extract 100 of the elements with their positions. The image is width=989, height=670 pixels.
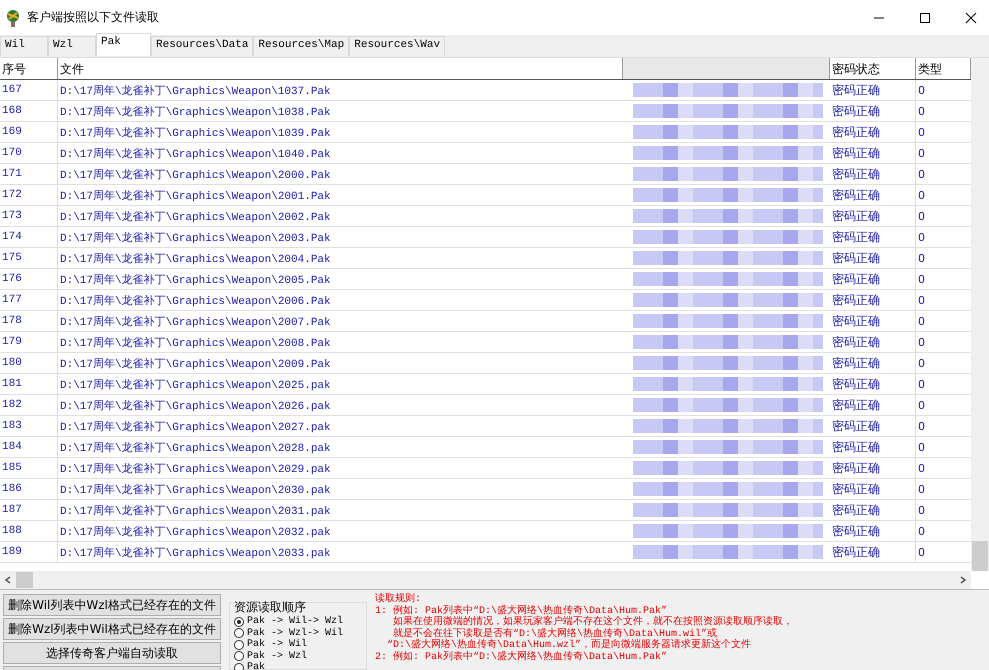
action-button[interactable]: 选择传奇客户端自动读取 — [3, 642, 221, 664]
group-title: 资源读取顺序 — [234, 599, 307, 616]
table-cell: 密码正确 — [830, 437, 916, 457]
table-cell: 密码正确 — [830, 416, 916, 436]
table-cell: 169 — [0, 122, 58, 142]
radio-button[interactable] — [234, 662, 244, 670]
table-cell-text: 0 — [917, 440, 926, 456]
table-cell-text: D:\17周年\龙雀补丁\Graphics\Weapon\2001.Pak — [59, 188, 332, 204]
action-button[interactable]: 删除Wil列表中Wzl格式已经存在的文件 — [3, 594, 221, 616]
rule-text: 就是不会在往下读取是否有“D:\盛大网络\热血传奇\Data\Hum.wil”或 — [392, 628, 718, 640]
maximize-icon[interactable] — [919, 12, 931, 24]
table-cell-text: D:\17周年\龙雀补丁\Graphics\Weapon\1040.Pak — [59, 146, 332, 162]
table-cell-text: 0 — [917, 292, 926, 308]
table-cell: 175 — [0, 248, 58, 268]
table-cell-text: D:\17周年\龙雀补丁\Graphics\Weapon\2028.pak — [59, 440, 332, 456]
table-cell: 密码正确 — [830, 353, 916, 373]
table-cell: 185 — [0, 458, 58, 478]
table-cell-text: D:\17周年\龙雀补丁\Graphics\Weapon\2006.Pak — [59, 294, 332, 310]
table-cell-text: D:\17周年\龙雀补丁\Graphics\Weapon\1037.Pak — [59, 84, 332, 100]
radio-button[interactable] — [234, 616, 244, 627]
table-cell: 密码正确 — [830, 164, 916, 184]
table-cell-text: D:\17周年\龙雀补丁\Graphics\Weapon\2029.pak — [59, 462, 332, 478]
table-cell-text: D:\17周年\龙雀补丁\Graphics\Weapon\2031.pak — [59, 504, 332, 520]
table-cell-text: D:\17周年\龙雀补丁\Graphics\Weapon\2002.Pak — [59, 210, 332, 226]
table-cell-text: 0 — [917, 272, 926, 288]
table-cell-text: 0 — [917, 334, 926, 350]
radio-button[interactable] — [234, 628, 244, 638]
tab[interactable]: Pak — [96, 33, 151, 56]
table-cell-text: 0 — [917, 314, 926, 330]
table-cell: 密码正确 — [830, 101, 916, 121]
close-icon[interactable] — [965, 12, 977, 24]
table-cell: 密码正确 — [830, 80, 916, 100]
table-cell: 184 — [0, 437, 58, 457]
table-cell-text: D:\17周年\龙雀补丁\Graphics\Weapon\2005.Pak — [59, 272, 332, 288]
table-cell-text: 0 — [917, 356, 926, 372]
table-cell: 178 — [0, 311, 58, 331]
table-cell: 密码正确 — [830, 542, 916, 562]
table-cell-text: 0 — [917, 166, 926, 182]
radio-label[interactable]: Pak -> Wzl-> Wil — [247, 628, 344, 639]
table-cell: 180 — [0, 353, 58, 373]
window-title: 客户端按照以下文件读取 — [27, 9, 159, 26]
table-cell-text: D:\17周年\龙雀补丁\Graphics\Weapon\2027.pak — [59, 420, 332, 436]
rule-text: 如果在使用微端的情况，如果玩家客户端不存在这个文件，就不在按照资源读取顺序读取， — [392, 617, 794, 628]
table-cell-text: D:\17周年\龙雀补丁\Graphics\Weapon\2026.pak — [59, 398, 332, 414]
table-cell-text: 0 — [917, 524, 926, 540]
table-cell: 171 — [0, 164, 58, 184]
scroll-thumb[interactable] — [16, 572, 33, 588]
scroll-thumb[interactable] — [972, 541, 988, 571]
tab[interactable]: Wzl — [48, 36, 96, 56]
rule-text: “D:\盛大网络\热血传奇\Data\Hum.wzl”，而是向微端服务器请求更新这个文件 — [386, 640, 752, 651]
table-cell: 密码正确 — [830, 122, 916, 142]
column-header[interactable]: 密码状态 — [830, 58, 916, 79]
table-cell: 密码正确 — [830, 500, 916, 520]
table-cell-text: D:\17周年\龙雀补丁\Graphics\Weapon\2030.pak — [59, 482, 332, 498]
table-cell-text: D:\17周年\龙雀补丁\Graphics\Weapon\2007.Pak — [59, 314, 332, 330]
table-cell-text: 0 — [917, 398, 926, 414]
vertical-scrollbar[interactable] — [971, 58, 989, 571]
table-cell-text: 0 — [917, 502, 926, 518]
table-cell: 172 — [0, 185, 58, 205]
table-cell: 密码正确 — [830, 143, 916, 163]
tab[interactable]: Resources\Data — [151, 36, 254, 56]
table-cell: 187 — [0, 500, 58, 520]
table-cell-text: 0 — [917, 82, 926, 98]
action-button[interactable]: 删除Wzl列表中Wil格式已经存在的文件 — [3, 618, 221, 640]
table-cell: 密码正确 — [830, 185, 916, 205]
table-cell-text: 0 — [917, 482, 926, 498]
table-cell-text: 0 — [917, 230, 926, 246]
table-cell-text: 0 — [917, 376, 926, 392]
radio-button[interactable] — [234, 651, 244, 662]
table-cell-text: 0 — [917, 188, 926, 204]
table-cell: 170 — [0, 143, 58, 163]
table-cell-text: 0 — [917, 418, 926, 434]
radio-label[interactable]: Pak -> Wil — [247, 639, 308, 650]
column-header[interactable]: 序号 — [0, 58, 58, 79]
horizontal-scrollbar[interactable] — [0, 571, 971, 589]
radio-label[interactable]: Pak — [247, 662, 266, 670]
table-cell: 179 — [0, 332, 58, 352]
tab[interactable]: Wil — [0, 36, 48, 56]
radio-label[interactable]: Pak -> Wil-> Wzl — [247, 616, 344, 628]
radio-label[interactable]: Pak -> Wzl — [247, 650, 308, 662]
table-cell: 密码正确 — [830, 269, 916, 289]
table-cell: 181 — [0, 374, 58, 394]
table-cell-text: 0 — [917, 146, 926, 162]
table-cell: 182 — [0, 395, 58, 415]
table-cell-text: 0 — [917, 208, 926, 224]
tab[interactable]: Resources\Wav — [349, 36, 446, 56]
table-cell-text: D:\17周年\龙雀补丁\Graphics\Weapon\2032.pak — [59, 524, 332, 540]
table-cell: 密码正确 — [830, 521, 916, 541]
table-cell-text: D:\17周年\龙雀补丁\Graphics\Weapon\2033.pak — [59, 546, 332, 562]
table-cell-text: D:\17周年\龙雀补丁\Graphics\Weapon\2003.Pak — [59, 230, 332, 246]
table-cell: 183 — [0, 416, 58, 436]
rule-text: 读取规则: — [375, 594, 422, 605]
table-cell: 密码正确 — [830, 374, 916, 394]
table-cell-text: 0 — [917, 104, 926, 120]
table-cell-text: D:\17周年\龙雀补丁\Graphics\Weapon\2008.Pak — [59, 336, 332, 352]
radio-button[interactable] — [234, 640, 244, 650]
table-cell: 密码正确 — [830, 206, 916, 226]
table-cell: 密码正确 — [830, 458, 916, 478]
table-cell-text: D:\17周年\龙雀补丁\Graphics\Weapon\1038.Pak — [59, 104, 332, 120]
tab[interactable]: Resources\Map — [253, 36, 350, 56]
